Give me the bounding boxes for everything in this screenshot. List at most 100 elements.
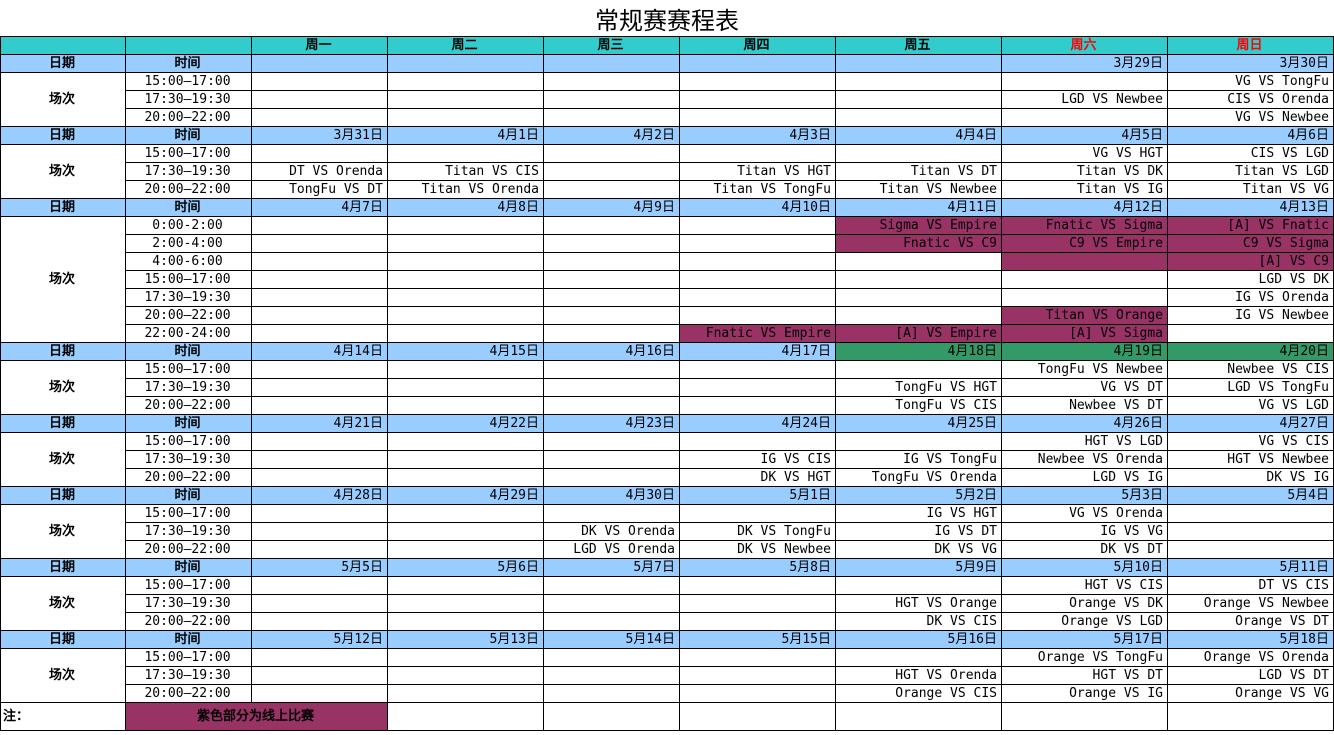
match-cell (251, 360, 388, 379)
day-header: 周三 (543, 36, 680, 55)
match-cell: Orange VS LGD (1001, 612, 1168, 631)
match-cell (251, 378, 388, 397)
date-cell: 4月30日 (543, 486, 680, 505)
date-label: 日期 (0, 486, 126, 505)
date-label: 日期 (0, 54, 126, 73)
match-cell (251, 432, 388, 451)
online-legend: 紫色部分为线上比赛 (125, 702, 388, 731)
match-cell (251, 450, 388, 469)
match-cell: HGT VS CIS (1001, 576, 1168, 595)
note-label: 注： (0, 702, 126, 731)
match-cell (1167, 522, 1334, 541)
match-cell (1001, 252, 1168, 271)
slot-row: 17:30—19:30 DT VS Orenda Titan VS CIS Titan… (1, 162, 1334, 181)
match-cell: HGT VS Newbee (1167, 450, 1334, 469)
blank-cell (679, 702, 836, 731)
match-cell: HGT VS LGD (1001, 432, 1168, 451)
match-cell (251, 270, 388, 289)
time-slot-cell: 15:00—17:00 (125, 72, 252, 91)
match-cell: IG VS VG (1001, 522, 1168, 541)
match-cell (679, 612, 836, 631)
date-cell: 3月29日 (1001, 54, 1168, 73)
match-cell (387, 522, 544, 541)
date-cell: 5月9日 (835, 558, 1002, 577)
match-cell (251, 504, 388, 523)
date-cell: 4月2日 (543, 126, 680, 145)
match-cell: LGD VS Newbee (1001, 90, 1168, 109)
match-cell (835, 432, 1002, 451)
match-cell (679, 90, 836, 109)
match-cell (543, 288, 680, 307)
match-cell (543, 252, 680, 271)
slot-row: 场次 15:00—17:00 VG VS HGT CIS VS LGD (0, 144, 1334, 199)
match-cell (543, 72, 680, 91)
match-cell (251, 576, 388, 595)
match-cell (1001, 72, 1168, 91)
time-label: 时间 (125, 558, 252, 577)
match-cell: DK VS HGT (679, 468, 836, 487)
match-cell: Fnatic VS Empire (679, 324, 836, 343)
match-cell (679, 576, 836, 595)
time-slot-cell: 15:00—17:00 (125, 144, 252, 163)
slot-row: 20:00—22:00 TongFu VS DT Titan VS Orenda Ti… (1, 180, 1334, 199)
match-cell (1001, 270, 1168, 289)
match-cell: Orange VS CIS (835, 684, 1002, 703)
match-cell (543, 144, 680, 163)
date-cell: 4月1日 (387, 126, 544, 145)
match-cell: HGT VS Orenda (835, 666, 1002, 685)
time-slot-cell: 22:00-24:00 (125, 324, 252, 343)
match-cell (387, 594, 544, 613)
match-cell (251, 234, 388, 253)
match-cell: TongFu VS Newbee (1001, 360, 1168, 379)
time-label: 时间 (125, 342, 252, 361)
match-cell: Titan VS DK (1001, 162, 1168, 181)
schedule-table: 周一 周二 周三 周四 周五 周六 周日 日期 时间 3月29日 3月30日 场次 15:00—17:0… (0, 36, 1334, 731)
slot-row: 20:00—22:00 TongFu VS CIS Newbee VS DT VG V… (1, 396, 1334, 415)
match-cell (387, 648, 544, 667)
time-label: 时间 (125, 630, 252, 649)
match-cell (251, 72, 388, 91)
match-cell: Titan VS DT (835, 162, 1002, 181)
match-cell: DK VS TongFu (679, 522, 836, 541)
date-cell: 5月12日 (251, 630, 388, 649)
slot-label: 场次 (0, 360, 126, 415)
sheet-title: 常规赛赛程表 (595, 6, 739, 35)
blank-cell (1001, 702, 1168, 731)
slot-row: 20:00—22:00 Titan VS Orange IG VS Newbee (1, 306, 1334, 325)
match-cell (1167, 504, 1334, 523)
date-cell: 4月6日 (1167, 126, 1334, 145)
match-cell (387, 270, 544, 289)
match-cell (387, 72, 544, 91)
match-cell (679, 108, 836, 127)
match-cell (251, 306, 388, 325)
time-slot-cell: 20:00—22:00 (125, 612, 252, 631)
match-cell (387, 216, 544, 235)
match-cell (387, 234, 544, 253)
match-cell: LGD VS IG (1001, 468, 1168, 487)
match-cell (679, 504, 836, 523)
match-cell: IG VS HGT (835, 504, 1002, 523)
time-slot-cell: 15:00—17:00 (125, 432, 252, 451)
time-label: 时间 (125, 54, 252, 73)
match-cell (543, 162, 680, 181)
match-cell: TongFu VS DT (251, 180, 388, 199)
match-cell (251, 540, 388, 559)
match-cell: C9 VS Empire (1001, 234, 1168, 253)
match-cell: DK VS IG (1167, 468, 1334, 487)
date-cell: 5月10日 (1001, 558, 1168, 577)
match-cell: Orange VS TongFu (1001, 648, 1168, 667)
match-cell: Titan VS TongFu (679, 180, 836, 199)
date-cell: 4月28日 (251, 486, 388, 505)
date-cell: 4月12日 (1001, 198, 1168, 217)
match-cell: DK VS Newbee (679, 540, 836, 559)
match-cell (1001, 288, 1168, 307)
blank-cell (543, 702, 680, 731)
match-cell (679, 270, 836, 289)
match-cell (835, 306, 1002, 325)
match-cell (835, 144, 1002, 163)
match-cell (543, 378, 680, 397)
date-cell: 4月7日 (251, 198, 388, 217)
slot-row: 20:00—22:00 LGD VS Orenda DK VS Newbee DK V… (1, 540, 1334, 559)
match-cell: Orange VS Newbee (1167, 594, 1334, 613)
date-cell: 4月16日 (543, 342, 680, 361)
